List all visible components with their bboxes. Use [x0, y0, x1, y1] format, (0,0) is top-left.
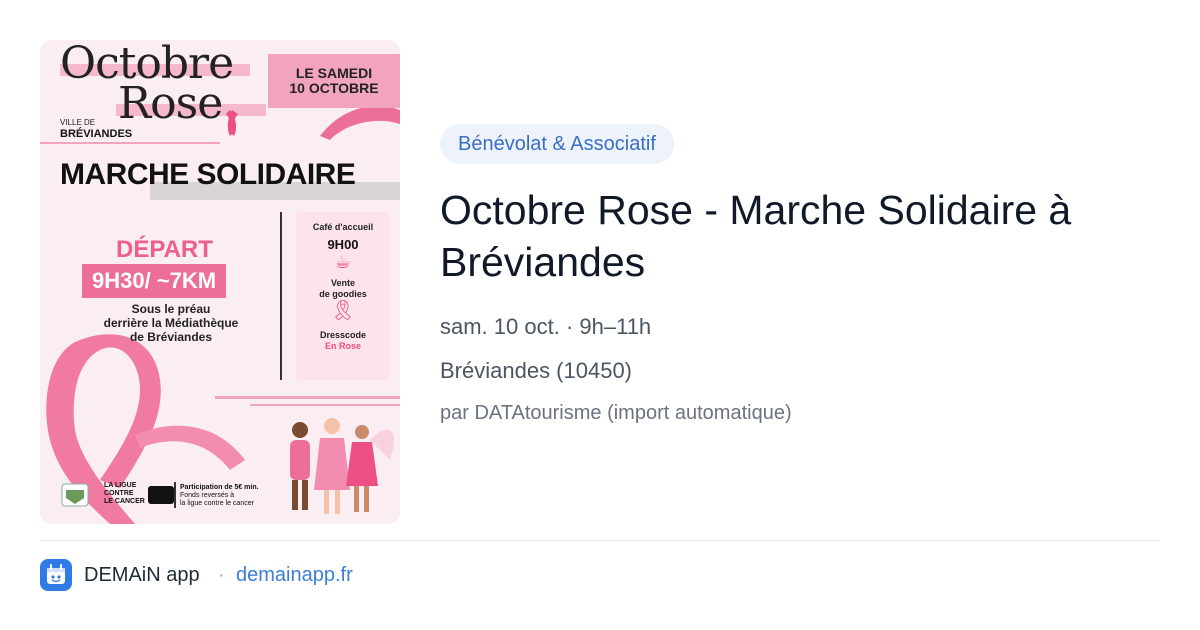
poster-ligue-line1: LA LIGUE [104, 482, 137, 489]
app-name: DEMAiN app [84, 564, 200, 586]
poster-participation-line3: la ligue contre le cancer [180, 500, 254, 507]
poster-title-line2: Rose [118, 78, 223, 129]
poster-participation: Participation de 5€ min. Fonds reversés … [180, 484, 259, 508]
poster-date-line1: LE SAMEDI [295, 65, 373, 81]
poster-cafe-label: Café d'accueil [312, 222, 374, 232]
category-badge[interactable]: Bénévolat & Associatif [440, 124, 674, 164]
poster-date-line2: 10 OCTOBRE [289, 80, 379, 96]
poster-participation-line1: Participation de 5€ min. [180, 484, 259, 491]
coffee-cup-icon: ☕ [334, 252, 352, 272]
poster-town: BRÉVIANDES [60, 128, 133, 140]
poster-ville-label: VILLE DE [60, 118, 96, 127]
poster-dresscode-label: Dresscode [319, 330, 367, 340]
poster-place-line1: Sous le préau [131, 302, 211, 316]
event-date: sam. 10 oct. · 9h–11h [440, 314, 652, 339]
pink-ribbon-icon: 🎗 [330, 300, 356, 322]
event-location: Bréviandes (10450) [440, 358, 633, 383]
poster-goodies-line2: de goodies [319, 289, 367, 299]
demain-app-icon [40, 559, 72, 591]
footer-divider [40, 540, 1160, 541]
event-title: Octobre Rose - Marche Solidaire à Brévia… [440, 187, 1072, 285]
poster-place-line2: derrière la Médiathèque [103, 316, 239, 330]
poster-dresscode-value: En Rose [324, 341, 361, 351]
poster-ligue-line2: CONTRE [104, 490, 134, 497]
poster-headline: MARCHE SOLIDAIRE [60, 158, 356, 191]
poster-cafe-time: 9H00 [327, 237, 359, 252]
footer-separator: · [218, 564, 225, 586]
poster-depart: DÉPART [116, 236, 213, 263]
poster-meeting-place: Sous le préau derrière la Médiathèque de… [66, 302, 276, 344]
poster-ligue-line3: LE CANCER [104, 498, 145, 505]
poster-participation-line2: Fonds reversés à [180, 492, 235, 499]
event-source: par DATAtourisme (import automatique) [440, 402, 792, 424]
poster-ligue-logo-text: LA LIGUE CONTRE LE CANCER [104, 482, 145, 506]
poster-goodies-line1: Vente [330, 278, 355, 288]
poster-date-box: LE SAMEDI 10 OCTOBRE [268, 54, 400, 108]
poster-time-distance: 9H30/ ~7KM [82, 264, 227, 298]
poster-place-line3: de Bréviandes [129, 330, 213, 344]
domain-link[interactable]: demainapp.fr [236, 564, 353, 587]
event-poster-image: Octobre Rose VILLE DE BRÉVIANDES LE SAME… [40, 40, 400, 524]
poster-schedule-panel: Café d'accueil 9H00 ☕ Vente de goodies 🎗… [296, 212, 390, 380]
